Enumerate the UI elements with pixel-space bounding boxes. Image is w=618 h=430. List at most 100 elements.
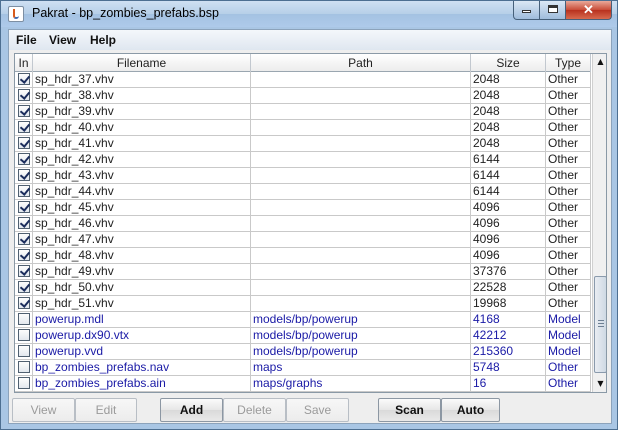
size-cell: 22528 — [471, 280, 546, 295]
menu-help[interactable]: Help — [90, 33, 116, 47]
include-checkbox[interactable] — [18, 201, 30, 213]
include-cell — [15, 168, 33, 183]
type-cell: Model — [546, 344, 591, 359]
table-row[interactable]: sp_hdr_42.vhv 6144 Other — [15, 152, 591, 168]
close-button[interactable]: ✕ — [565, 1, 612, 20]
include-checkbox[interactable] — [18, 153, 30, 165]
type-cell: Other — [546, 264, 591, 279]
scroll-thumb[interactable] — [594, 276, 606, 373]
table-row[interactable]: bp_zombies_prefabs.nav maps 5748 Other — [15, 360, 591, 376]
table-row[interactable]: sp_hdr_48.vhv 4096 Other — [15, 248, 591, 264]
include-checkbox[interactable] — [18, 233, 30, 245]
include-checkbox[interactable] — [18, 121, 30, 133]
vertical-scrollbar[interactable]: ▲ ▼ — [592, 54, 606, 392]
include-checkbox[interactable] — [18, 297, 30, 309]
filename-cell: sp_hdr_44.vhv — [33, 184, 251, 199]
filename-cell: sp_hdr_48.vhv — [33, 248, 251, 263]
scroll-up-button[interactable]: ▲ — [593, 54, 606, 70]
table-row[interactable]: sp_hdr_50.vhv 22528 Other — [15, 280, 591, 296]
include-checkbox[interactable] — [18, 105, 30, 117]
minimize-button[interactable] — [513, 1, 540, 20]
table-row[interactable]: sp_hdr_46.vhv 4096 Other — [15, 216, 591, 232]
scan-button[interactable]: Scan — [378, 398, 441, 422]
menu-file[interactable]: File — [16, 33, 37, 47]
table-row[interactable]: sp_hdr_49.vhv 37376 Other — [15, 264, 591, 280]
path-cell: models/bp/powerup — [251, 328, 471, 343]
include-cell — [15, 328, 33, 343]
size-cell: 2048 — [471, 72, 546, 87]
size-cell: 4096 — [471, 200, 546, 215]
title-bar[interactable]: Pakrat - bp_zombies_prefabs.bsp ✕ — [1, 1, 617, 27]
size-cell: 2048 — [471, 88, 546, 103]
type-cell: Other — [546, 72, 591, 87]
table-row[interactable]: bp_zombies_prefabs.ain maps/graphs 16 Other — [15, 376, 591, 392]
filename-cell: bp_zombies_prefabs.nav — [33, 360, 251, 375]
size-cell: 4096 — [471, 232, 546, 247]
include-cell — [15, 360, 33, 375]
delete-button[interactable]: Delete — [223, 398, 286, 422]
size-cell: 4168 — [471, 312, 546, 327]
include-checkbox[interactable] — [18, 137, 30, 149]
edit-button[interactable]: Edit — [75, 398, 137, 422]
table-row[interactable]: sp_hdr_38.vhv 2048 Other — [15, 88, 591, 104]
column-header-size[interactable]: Size — [471, 54, 546, 72]
include-checkbox[interactable] — [18, 217, 30, 229]
save-button[interactable]: Save — [286, 398, 349, 422]
table-row[interactable]: sp_hdr_40.vhv 2048 Other — [15, 120, 591, 136]
type-cell: Other — [546, 200, 591, 215]
filename-cell: sp_hdr_37.vhv — [33, 72, 251, 87]
include-checkbox[interactable] — [18, 361, 30, 373]
include-checkbox[interactable] — [18, 329, 30, 341]
include-checkbox[interactable] — [18, 185, 30, 197]
table-row[interactable]: sp_hdr_44.vhv 6144 Other — [15, 184, 591, 200]
maximize-icon — [547, 5, 558, 13]
table-row[interactable]: sp_hdr_51.vhv 19968 Other — [15, 296, 591, 312]
include-checkbox[interactable] — [18, 73, 30, 85]
include-cell — [15, 232, 33, 247]
filename-cell: sp_hdr_45.vhv — [33, 200, 251, 215]
path-cell — [251, 200, 471, 215]
filename-cell: sp_hdr_40.vhv — [33, 120, 251, 135]
include-checkbox[interactable] — [18, 169, 30, 181]
table-row[interactable]: sp_hdr_41.vhv 2048 Other — [15, 136, 591, 152]
path-cell — [251, 264, 471, 279]
column-header-path[interactable]: Path — [251, 54, 471, 72]
view-button[interactable]: View — [12, 398, 75, 422]
column-header-type[interactable]: Type — [546, 54, 591, 72]
filename-cell: bp_zombies_prefabs.ain — [33, 376, 251, 391]
column-header-in[interactable]: In — [15, 54, 33, 72]
table-row[interactable]: powerup.mdl models/bp/powerup 4168 Model — [15, 312, 591, 328]
table-row[interactable]: sp_hdr_39.vhv 2048 Other — [15, 104, 591, 120]
auto-button[interactable]: Auto — [441, 398, 500, 422]
table-row[interactable]: sp_hdr_45.vhv 4096 Other — [15, 200, 591, 216]
include-cell — [15, 280, 33, 295]
include-checkbox[interactable] — [18, 249, 30, 261]
scroll-down-button[interactable]: ▼ — [593, 376, 606, 392]
include-cell — [15, 120, 33, 135]
type-cell: Other — [546, 296, 591, 311]
type-cell: Other — [546, 168, 591, 183]
include-cell — [15, 200, 33, 215]
grip-line — [598, 326, 604, 327]
add-button[interactable]: Add — [160, 398, 223, 422]
filename-cell: sp_hdr_47.vhv — [33, 232, 251, 247]
include-checkbox[interactable] — [18, 377, 30, 389]
table-row[interactable]: sp_hdr_43.vhv 6144 Other — [15, 168, 591, 184]
include-checkbox[interactable] — [18, 281, 30, 293]
menu-view[interactable]: View — [49, 33, 76, 47]
table-row[interactable]: powerup.dx90.vtx models/bp/powerup 42212 Mo… — [15, 328, 591, 344]
include-checkbox[interactable] — [18, 265, 30, 277]
table-row[interactable]: powerup.vvd models/bp/powerup 215360 Model — [15, 344, 591, 360]
maximize-button[interactable] — [539, 1, 566, 20]
table-row[interactable]: sp_hdr_37.vhv 2048 Other — [15, 72, 591, 88]
path-cell: maps — [251, 360, 471, 375]
include-cell — [15, 104, 33, 119]
table-row[interactable]: sp_hdr_47.vhv 4096 Other — [15, 232, 591, 248]
size-cell: 6144 — [471, 168, 546, 183]
include-checkbox[interactable] — [18, 89, 30, 101]
include-checkbox[interactable] — [18, 345, 30, 357]
include-cell — [15, 136, 33, 151]
filename-cell: sp_hdr_51.vhv — [33, 296, 251, 311]
column-header-filename[interactable]: Filename — [33, 54, 251, 72]
include-checkbox[interactable] — [18, 313, 30, 325]
